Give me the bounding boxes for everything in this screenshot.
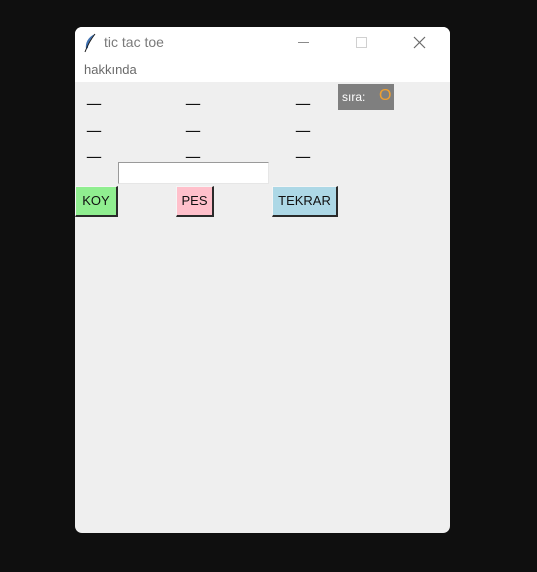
position-input[interactable] (118, 162, 269, 184)
menu-item-about[interactable]: hakkında (84, 62, 137, 77)
menu-bar: hakkında (75, 58, 450, 82)
close-button[interactable] (397, 27, 443, 58)
window-title: tic tac toe (104, 34, 164, 50)
board-cell-7[interactable]: — (86, 149, 102, 165)
board-cell-9[interactable]: — (295, 149, 311, 165)
place-button[interactable]: KOY (75, 186, 118, 217)
board-cell-6[interactable]: — (295, 123, 311, 139)
close-icon (413, 36, 426, 49)
maximize-button[interactable] (339, 27, 385, 58)
board-cell-1[interactable]: — (86, 96, 102, 112)
board-cell-5[interactable]: — (185, 123, 201, 139)
board-cell-4[interactable]: — (86, 123, 102, 139)
feather-icon (82, 33, 98, 53)
turn-indicator: sıra: O (338, 84, 394, 110)
turn-label: sıra: (342, 90, 366, 104)
give-up-button[interactable]: PES (176, 186, 214, 217)
board-cell-2[interactable]: — (185, 96, 201, 112)
app-window: tic tac toe hakkında — — — — — — — — — s… (75, 27, 450, 533)
minimize-button[interactable] (280, 27, 326, 58)
board-cell-3[interactable]: — (295, 96, 311, 112)
turn-value: O (379, 87, 392, 104)
minimize-icon (298, 42, 309, 43)
title-bar[interactable]: tic tac toe (75, 27, 450, 58)
restart-button[interactable]: TEKRAR (272, 186, 338, 217)
maximize-icon (356, 37, 367, 48)
